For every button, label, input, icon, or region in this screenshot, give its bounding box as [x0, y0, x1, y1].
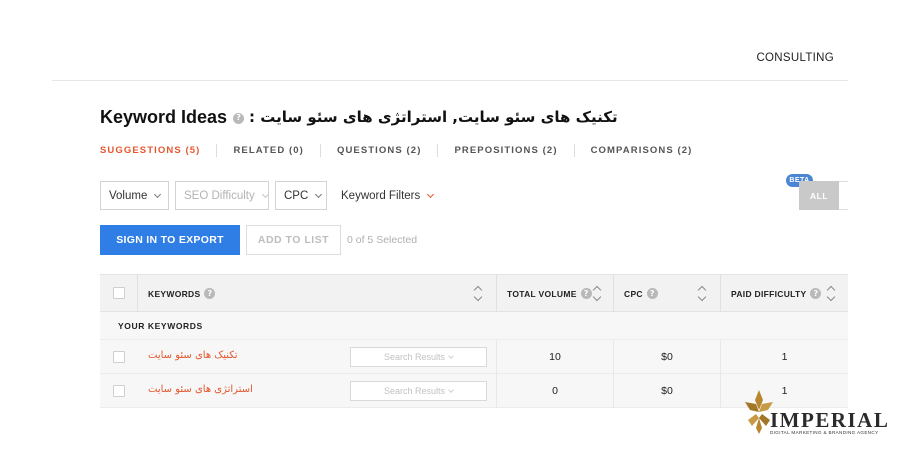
- chevron-down-icon: [427, 190, 435, 198]
- top-nav: CONSULTING: [52, 0, 848, 81]
- volume-filter-label: Volume: [109, 189, 148, 202]
- search-results-label: Search Results: [383, 386, 446, 396]
- tab-prepositions[interactable]: PREPOSITIONS (2): [454, 145, 557, 156]
- group-label: YOUR KEYWORDS: [118, 321, 203, 331]
- tab-related[interactable]: RELATED (0): [233, 145, 304, 156]
- volume-filter-dropdown[interactable]: Volume: [100, 181, 169, 210]
- cpc-filter-label: CPC: [284, 189, 309, 202]
- tab-divider: [437, 143, 439, 157]
- tab-bar: SUGGESTIONS (5) RELATED (0) QUESTIONS (2…: [100, 143, 692, 157]
- volume-cell: 10: [549, 351, 561, 363]
- chevron-down-icon: [315, 190, 323, 198]
- tab-comparisons[interactable]: COMPARISONS (2): [591, 145, 693, 156]
- cpc-cell: $0: [661, 351, 673, 363]
- tab-questions[interactable]: QUESTIONS (2): [337, 145, 422, 156]
- page-title: Keyword Ideas ? تکنیک های سئو سایت, استر…: [100, 104, 618, 130]
- row-checkbox[interactable]: [113, 385, 125, 397]
- help-icon[interactable]: ?: [204, 288, 216, 299]
- sort-icon[interactable]: [474, 285, 482, 302]
- table-row: استراتژی های سئو سایت Search Results 0 $…: [100, 374, 848, 408]
- group-row-your-keywords: YOUR KEYWORDS: [100, 312, 848, 340]
- row-checkbox[interactable]: [113, 351, 125, 363]
- chevron-down-icon: [448, 353, 454, 359]
- chevron-down-icon: [261, 190, 269, 198]
- nav-consulting-link[interactable]: CONSULTING: [756, 52, 834, 64]
- imperial-logo-tagline: DIGITAL MARKETING & BRANDING AGENCY: [770, 430, 879, 435]
- column-header-paid-difficulty[interactable]: PAID DIFFICULTY ?: [731, 275, 822, 312]
- page-title-query: تکنیک های سئو سایت, استراتژی های سئو سای…: [249, 108, 618, 126]
- column-header-paid-difficulty-label: PAID DIFFICULTY: [731, 288, 807, 299]
- tab-divider: [319, 143, 321, 157]
- cpc-cell: $0: [661, 385, 673, 397]
- seo-difficulty-filter-dropdown[interactable]: SEO Difficulty: [175, 181, 269, 210]
- table-header: KEYWORDS ? TOTAL VOLUME ? CPC ? PAID DIF…: [100, 274, 848, 312]
- help-icon[interactable]: ?: [580, 288, 592, 299]
- column-divider: [137, 275, 138, 312]
- keywords-table: KEYWORDS ? TOTAL VOLUME ? CPC ? PAID DIF…: [100, 274, 848, 408]
- keyword-filters-dropdown[interactable]: Keyword Filters: [341, 181, 435, 210]
- column-divider: [613, 275, 614, 312]
- imperial-logo: IMPERIAL DIGITAL MARKETING & BRANDING AG…: [742, 386, 892, 438]
- search-results-label: Search Results: [383, 352, 446, 362]
- sort-icon[interactable]: [593, 285, 601, 302]
- keyword-link[interactable]: استراتژی های سئو سایت: [148, 384, 253, 395]
- column-divider: [496, 275, 497, 312]
- page-title-main: Keyword Ideas: [100, 106, 228, 127]
- toggle-track: [839, 181, 848, 210]
- tab-divider: [216, 143, 218, 157]
- cpc-filter-dropdown[interactable]: CPC: [275, 181, 327, 210]
- column-header-total-volume[interactable]: TOTAL VOLUME ?: [507, 275, 592, 312]
- column-header-total-volume-label: TOTAL VOLUME: [507, 288, 577, 299]
- sign-in-to-export-button[interactable]: SIGN IN TO EXPORT: [100, 225, 240, 255]
- keyword-link[interactable]: تکنیک های سئو سایت: [148, 350, 238, 361]
- chevron-down-icon: [154, 190, 162, 198]
- all-toggle-button[interactable]: ALL: [799, 181, 839, 210]
- help-icon[interactable]: ?: [646, 288, 658, 299]
- selected-count: 0 of 5 Selected: [347, 234, 418, 246]
- chevron-down-icon: [448, 387, 454, 393]
- sort-icon[interactable]: [827, 285, 835, 302]
- column-header-cpc[interactable]: CPC ?: [624, 275, 658, 312]
- tab-divider: [573, 143, 575, 157]
- select-all-checkbox[interactable]: [113, 287, 125, 299]
- help-icon[interactable]: ?: [233, 112, 245, 124]
- table-row: تکنیک های سئو سایت Search Results 10 $0 …: [100, 340, 848, 374]
- paid-difficulty-cell: 1: [781, 351, 788, 363]
- tab-suggestions[interactable]: SUGGESTIONS (5): [100, 145, 200, 156]
- add-to-list-button[interactable]: ADD TO LIST: [246, 225, 341, 255]
- keyword-filters-label: Keyword Filters: [341, 189, 421, 202]
- column-divider: [720, 275, 721, 312]
- help-icon[interactable]: ?: [810, 288, 822, 299]
- volume-cell: 0: [552, 385, 558, 397]
- column-header-keywords[interactable]: KEYWORDS ?: [148, 275, 216, 312]
- column-header-cpc-label: CPC: [624, 288, 643, 299]
- sort-icon[interactable]: [698, 285, 706, 302]
- seo-difficulty-filter-label: SEO Difficulty: [184, 189, 255, 202]
- search-results-dropdown[interactable]: Search Results: [350, 347, 487, 367]
- column-header-keywords-label: KEYWORDS: [148, 288, 201, 299]
- search-results-dropdown[interactable]: Search Results: [350, 381, 487, 401]
